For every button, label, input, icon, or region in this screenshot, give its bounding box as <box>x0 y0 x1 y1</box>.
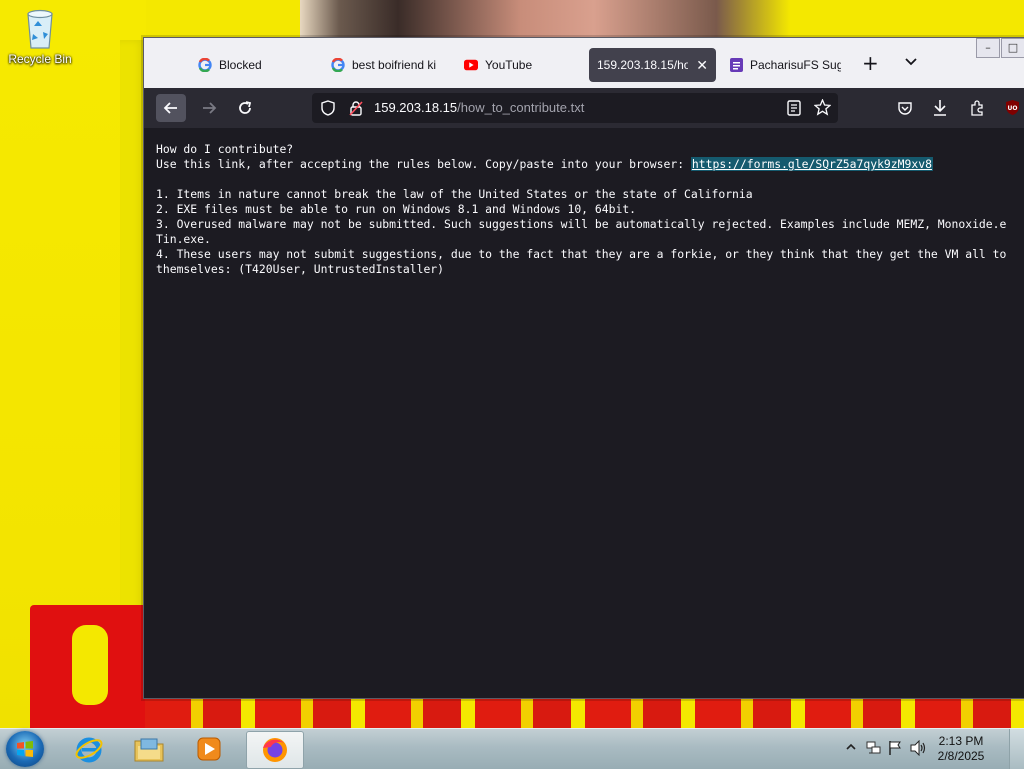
firefox-icon <box>263 738 287 762</box>
clock-date: 2/8/2025 <box>937 749 985 763</box>
windows-logo-icon <box>17 741 33 757</box>
downloads-icon[interactable] <box>932 99 948 116</box>
tab-youtube[interactable]: YouTube <box>464 48 576 82</box>
start-button[interactable] <box>6 731 44 767</box>
instruction-line: Use this link, after accepting the rules… <box>156 157 933 172</box>
rule-2: 2. EXE files must be able to run on Wind… <box>156 202 637 216</box>
list-all-tabs-button[interactable] <box>902 53 920 71</box>
reload-button[interactable] <box>230 94 260 122</box>
tab-strip: – □ Blocked best boifriend ki YouTube 15… <box>144 38 1024 88</box>
firefox-window: – □ Blocked best boifriend ki YouTube 15… <box>143 37 1024 699</box>
action-center-flag-icon[interactable] <box>888 740 902 756</box>
network-icon[interactable] <box>866 740 882 756</box>
reader-view-icon[interactable] <box>787 100 801 116</box>
heading-line: How do I contribute? <box>156 142 294 156</box>
tab-how-to-contribute[interactable]: 159.203.18.15/hov ✕ <box>589 48 716 82</box>
forward-button[interactable] <box>194 94 224 122</box>
minimize-button[interactable]: – <box>976 38 1000 58</box>
maximize-button[interactable]: □ <box>1001 38 1024 58</box>
tab-best-boifriend[interactable]: best boifriend ki <box>331 48 439 82</box>
shield-icon[interactable] <box>320 100 336 116</box>
clock-time: 2:13 PM <box>938 734 984 748</box>
google-icon <box>331 58 345 72</box>
tab-blocked[interactable]: Blocked <box>198 48 310 82</box>
taskbar: 2:13 PM 2/8/2025 <box>0 728 1024 769</box>
window-controls: – □ <box>975 38 1024 58</box>
bookmark-star-icon[interactable] <box>814 99 831 116</box>
tab-pacharisufs[interactable]: PacharisuFS Sug <box>729 48 841 82</box>
wallpaper-red-strip <box>145 698 1024 730</box>
chevron-down-icon <box>905 58 917 66</box>
new-tab-button[interactable]: + <box>862 52 879 74</box>
desktop-icon-recycle-bin[interactable]: Recycle Bin <box>6 6 74 66</box>
url-host: 159.203.18.15 <box>374 100 458 115</box>
youtube-icon <box>464 58 478 72</box>
reload-icon <box>239 101 252 114</box>
close-tab-icon[interactable]: ✕ <box>696 57 708 74</box>
back-button[interactable] <box>156 94 186 122</box>
volume-icon[interactable] <box>910 740 927 756</box>
forward-arrow-icon <box>203 102 217 114</box>
clock[interactable]: 2:13 PM 2/8/2025 <box>926 734 996 764</box>
show-desktop-button[interactable] <box>1009 729 1024 769</box>
internet-explorer-icon <box>75 737 103 763</box>
rule-3-continued: Tin.exe. <box>156 232 211 246</box>
svg-text:UO: UO <box>1008 105 1018 112</box>
tab-label: Blocked <box>219 58 262 72</box>
tab-label: PacharisuFS Sug <box>750 58 841 72</box>
forms-icon <box>729 58 743 72</box>
ublock-origin-icon[interactable]: UO <box>1004 99 1021 116</box>
taskbar-internet-explorer[interactable] <box>60 731 118 767</box>
back-arrow-icon <box>163 102 177 114</box>
taskbar-firefox[interactable] <box>246 731 304 769</box>
rule-1: 1. Items in nature cannot break the law … <box>156 187 753 201</box>
desktop-icon-label: Recycle Bin <box>8 52 72 66</box>
tab-label: YouTube <box>485 58 533 72</box>
pocket-icon[interactable] <box>897 100 913 116</box>
google-icon <box>198 58 212 72</box>
rule-4: 4. These users may not submit suggestion… <box>156 247 1007 261</box>
instruction-text: Use this link, after accepting the rules… <box>156 157 691 171</box>
rule-4-continued: themselves: (T420User, UntrustedInstalle… <box>156 262 445 276</box>
recycle-bin-icon <box>23 6 57 50</box>
navigation-toolbar: 159.203.18.15/how_to_contribute.txt UO <box>144 88 1024 128</box>
extensions-icon[interactable] <box>969 99 986 116</box>
url-path: /how_to_contribute.txt <box>457 100 585 115</box>
windows-explorer-icon <box>134 738 164 762</box>
rule-3: 3. Overused malware may not be submitted… <box>156 217 1007 231</box>
wallpaper-red-letter <box>30 605 150 735</box>
taskbar-media-player[interactable] <box>180 731 238 767</box>
taskbar-windows-explorer[interactable] <box>120 731 178 767</box>
page-content: How do I contribute? Use this link, afte… <box>144 128 1024 698</box>
tab-label: best boifriend ki <box>352 58 437 72</box>
media-player-icon <box>197 737 221 761</box>
url-text[interactable]: 159.203.18.15/how_to_contribute.txt <box>374 100 584 115</box>
show-hidden-icons-icon[interactable] <box>846 743 856 751</box>
address-bar[interactable]: 159.203.18.15/how_to_contribute.txt <box>312 93 838 123</box>
tab-label: 159.203.18.15/hov <box>597 58 689 72</box>
insecure-lock-icon[interactable] <box>348 100 364 116</box>
form-link[interactable]: https://forms.gle/SQrZ5a7qyk9zM9xv8 <box>690 157 933 171</box>
